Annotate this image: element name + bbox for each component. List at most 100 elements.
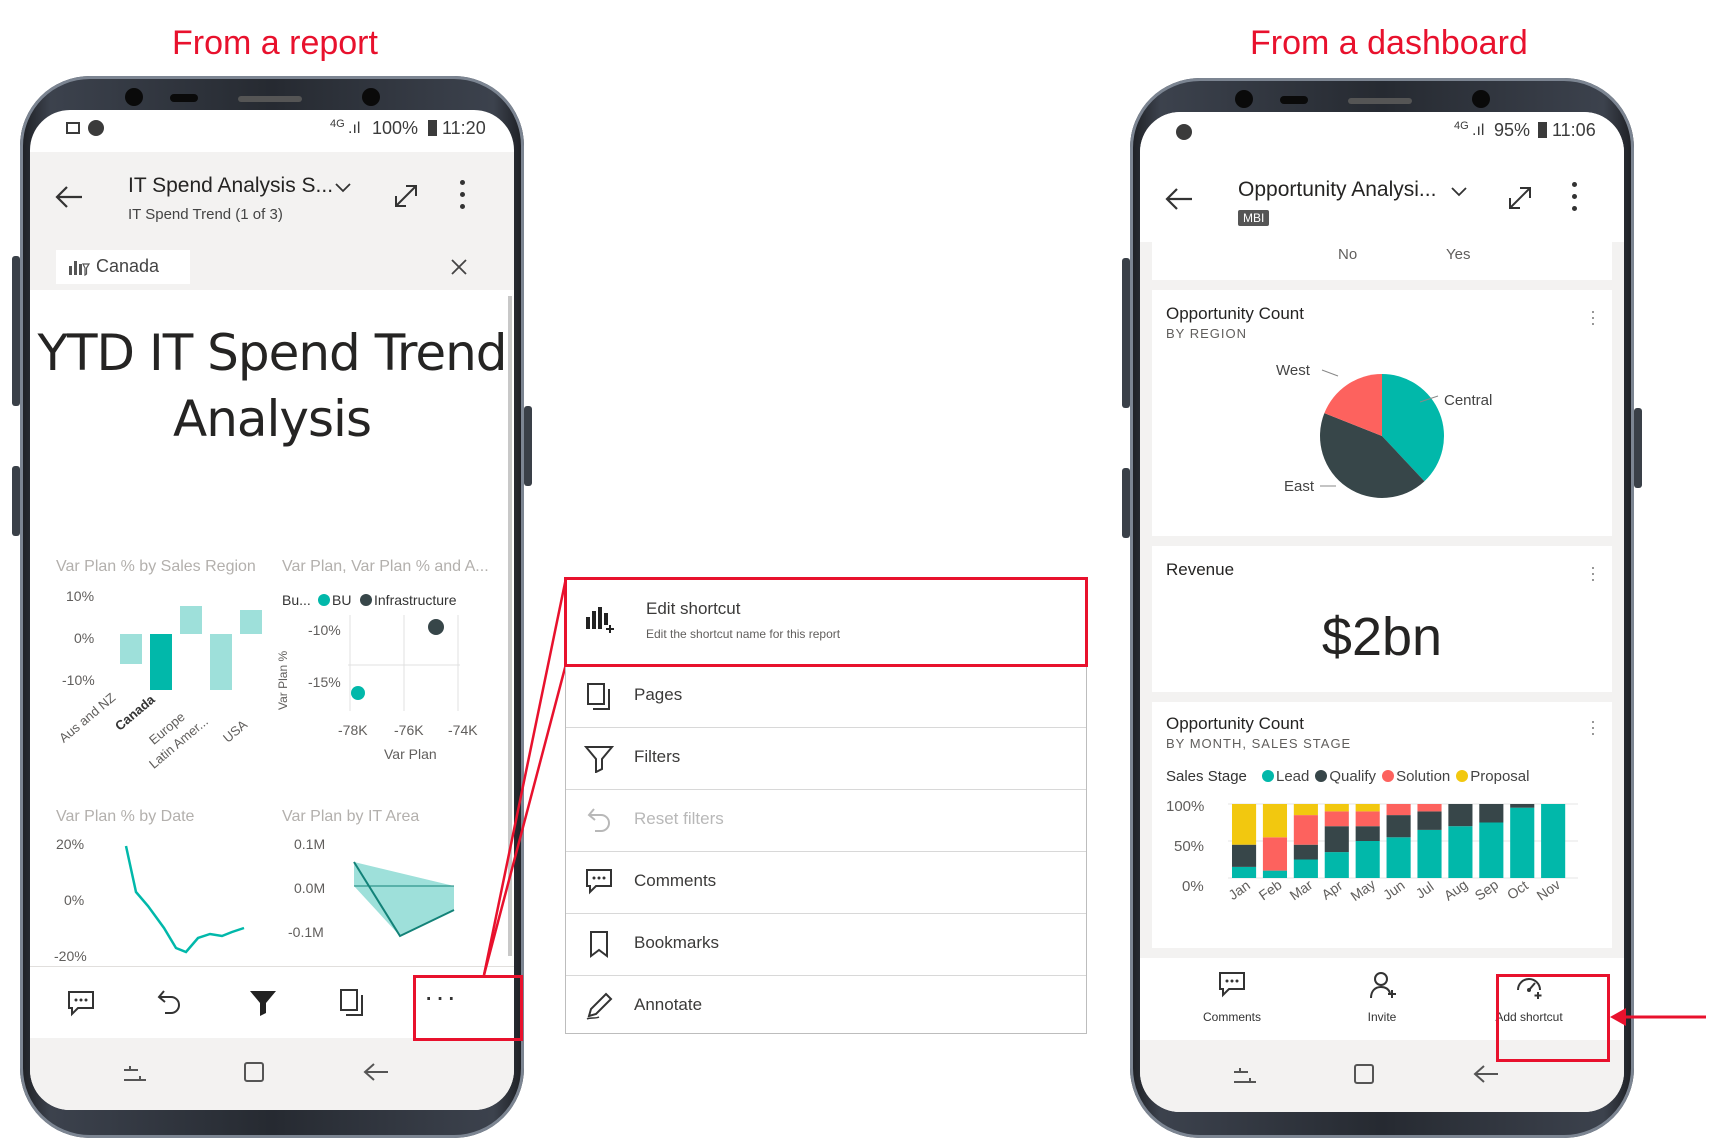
tile-opportunity-by-region[interactable]: Opportunity Count BY REGION · · · West Cen… [1152,290,1612,536]
pie-label-east: East [1284,478,1315,495]
bar-xtick-aug: Aug [1441,876,1471,903]
legend-dot-qualify [1315,770,1328,782]
legend-label-solution: Solution [1396,768,1451,785]
bar-segment-proposal-apr[interactable] [1324,804,1349,812]
menu-item-filters[interactable]: Filters [566,727,1086,790]
bar-segment-lead-oct[interactable] [1510,807,1535,878]
bar-segment-solution-mar[interactable] [1293,815,1318,845]
menu-item-label: Reset filters [634,809,724,828]
pointer-arrow [1610,1008,1706,1026]
bar-segment-lead-nov[interactable] [1541,804,1566,878]
bar-segment-qualify-sep[interactable] [1479,804,1504,823]
bar-segment-qualify-aug[interactable] [1448,804,1473,827]
tile-revenue[interactable]: Revenue · · · $2bn [1152,546,1612,692]
chevron-down-icon[interactable] [1450,186,1468,198]
legend-dot-solution [1382,770,1395,782]
legend-dot-lead [1262,770,1274,782]
tile-menu-icon[interactable]: · · · [1590,558,1596,588]
bar-segment-proposal-jan[interactable] [1232,804,1257,845]
menu-item-bookmarks[interactable]: Bookmarks [566,913,1086,976]
invite-person-icon [1370,972,1396,999]
pie-leaders [1320,369,1439,487]
legend-item-lead: Lead [1262,768,1309,785]
bar-segment-lead-jul[interactable] [1417,829,1442,878]
filter-outline-icon [584,746,614,773]
bar-segment-lead-may[interactable] [1355,841,1380,878]
bar-segment-lead-apr[interactable] [1324,852,1349,878]
tile-opportunity-by-month[interactable]: Opportunity Count BY MONTH, SALES STAGE … [1152,702,1612,948]
bar-segment-proposal-feb[interactable] [1262,804,1288,838]
bar-xtick-jun: Jun [1380,877,1408,903]
bar-segment-qualify-jun[interactable] [1386,815,1411,838]
bar-segment-qualify-oct[interactable] [1510,804,1535,808]
legend-dot-proposal [1456,770,1469,782]
legend-label-proposal: Proposal [1470,768,1530,785]
bar-segment-proposal-may[interactable] [1355,804,1380,812]
bar-segment-qualify-apr[interactable] [1324,826,1349,853]
dashboard-title[interactable]: Opportunity Analysi... [1238,178,1436,202]
bar-segment-lead-aug[interactable] [1448,826,1473,878]
legend-title: Sales Stage [1166,768,1247,785]
invite-action[interactable]: Invite [1332,970,1432,1032]
bar-segment-solution-may[interactable] [1355,811,1380,827]
menu-item-label: Bookmarks [634,933,720,952]
status-bar: 4G .ıl 95% 11:06 [1140,112,1624,154]
bar-xtick-sep: Sep [1472,876,1502,904]
battery-icon [1538,122,1547,138]
reset-icon [587,808,610,832]
legend-item-proposal: Proposal [1456,768,1529,785]
menu-item-label: Pages [634,685,683,704]
bar-xtick-jan: Jan [1228,877,1253,903]
stacked-bar-chart[interactable]: Jan Feb Mar Apr May Jun Jul Aug Sep Oct Nov [1228,800,1598,930]
tile-subtitle: BY MONTH, SALES STAGE [1166,736,1352,751]
back-arrow-icon[interactable] [1164,186,1194,212]
bar-segment-solution-jun[interactable] [1386,804,1411,816]
bar-xtick-jul: Jul [1413,878,1437,901]
signal-icon: .ıl [1472,122,1485,139]
tile-title: Opportunity Count [1166,714,1304,733]
bar-segment-qualify-mar[interactable] [1293,844,1318,860]
comments-action[interactable]: Comments [1182,970,1282,1032]
menu-item-pages[interactable]: Pages [566,665,1086,728]
home-icon[interactable] [1352,1062,1376,1086]
legend-label-qualify: Qualify [1329,768,1377,785]
bar-segment-qualify-jul[interactable] [1417,811,1442,830]
bar-xtick-apr: Apr [1318,877,1345,903]
bar-segment-solution-jul[interactable] [1417,804,1442,812]
pages-icon [587,683,610,710]
bar-ytick-2: 0% [1182,878,1204,895]
legend-item-solution: Solution [1382,768,1450,785]
expand-icon[interactable] [1506,184,1534,212]
bar-legend: Lead Qualify Solution Proposal [1262,768,1602,788]
partial-tile[interactable]: No Yes [1152,242,1612,280]
overflow-menu-icon[interactable] [1572,180,1578,214]
bar-segment-proposal-mar[interactable] [1293,804,1318,816]
bar-segment-solution-feb[interactable] [1262,837,1288,871]
menu-item-reset-filters[interactable]: Reset filters [566,789,1086,852]
bar-segment-lead-jan[interactable] [1232,866,1257,878]
menu-item-label: Comments [634,871,717,890]
bar-segment-qualify-may[interactable] [1355,826,1380,841]
pie-label-central: Central [1444,392,1493,409]
bar-segment-solution-apr[interactable] [1324,811,1349,827]
revenue-value: $2bn [1321,607,1443,667]
right-phone-screen: 4G .ıl 95% 11:06 Opportunity Analysi... … [1140,112,1624,1112]
comment-icon [586,869,612,895]
bar-segment-lead-mar[interactable] [1293,859,1318,879]
legend-item-qualify: Qualify [1315,768,1376,785]
recent-apps-icon[interactable] [1232,1062,1258,1088]
bar-xtick-feb: Feb [1256,876,1285,903]
highlight-edit-shortcut [564,577,1088,667]
mbi-badge: MBI [1238,210,1270,226]
menu-item-comments[interactable]: Comments [566,851,1086,914]
bar-segment-lead-sep[interactable] [1479,822,1504,879]
clock: 11:06 [1552,120,1596,140]
bar-segment-qualify-jan[interactable] [1232,844,1257,867]
nav-back-icon[interactable] [1472,1062,1500,1086]
legend-label-lead: Lead [1276,768,1310,785]
dashboard-header: Opportunity Analysi... MBI [1140,154,1624,242]
tile-menu-icon[interactable]: · · · [1590,712,1596,742]
battery-percent: 95% [1494,120,1531,140]
bar-segment-lead-jun[interactable] [1386,837,1411,878]
menu-item-annotate[interactable]: Annotate [566,975,1086,1037]
